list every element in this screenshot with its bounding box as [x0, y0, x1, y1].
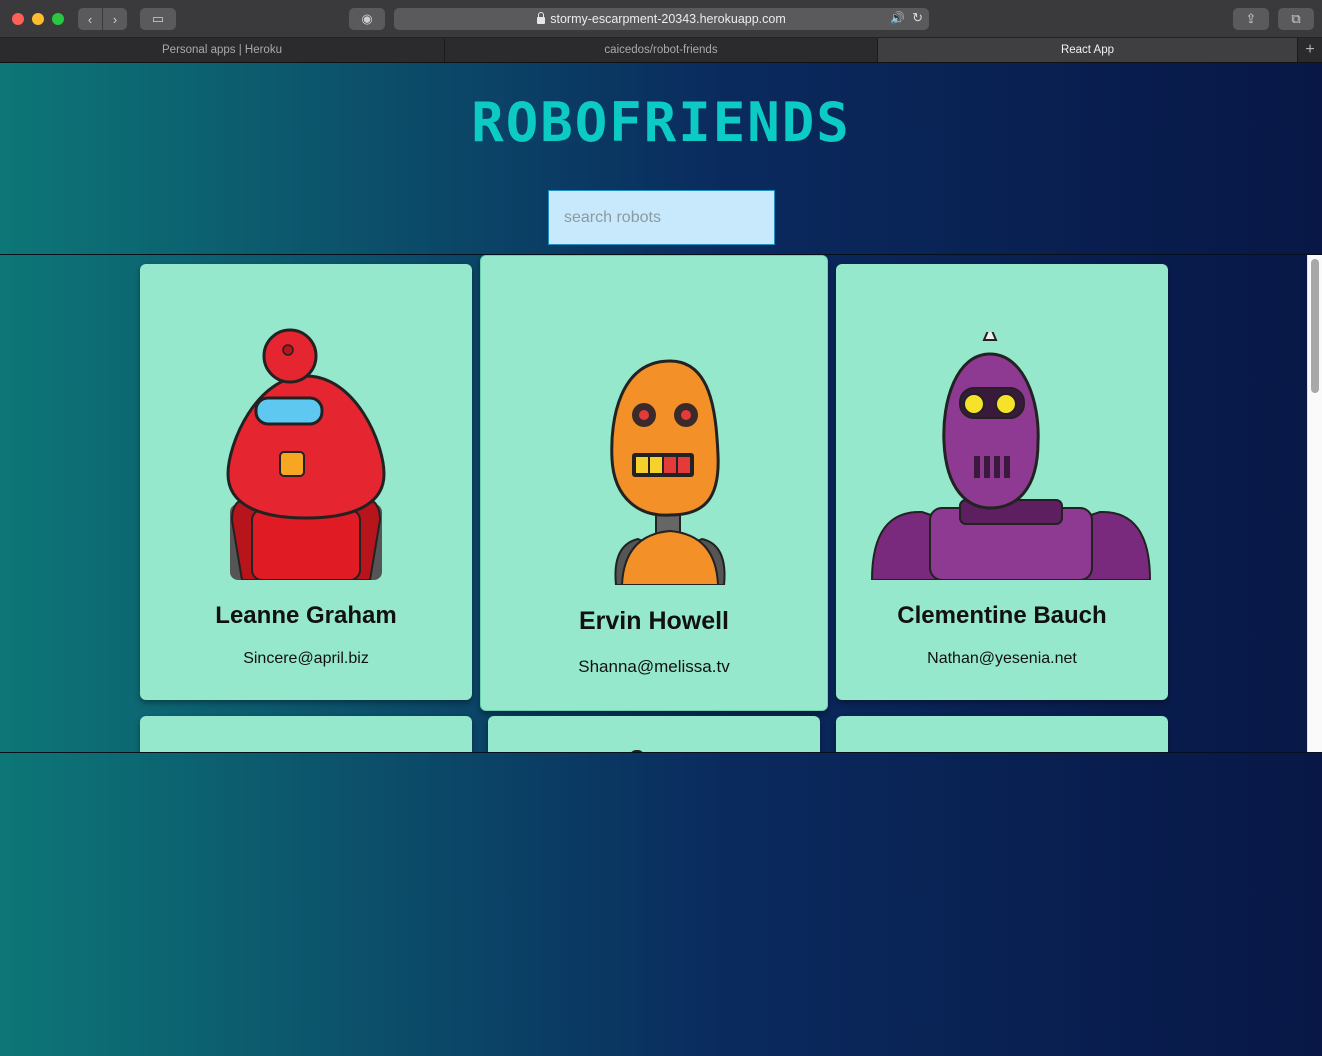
- close-window-button[interactable]: [12, 13, 24, 25]
- robot-email: Sincere@april.biz: [243, 650, 369, 667]
- tab-overview-button[interactable]: ⧉: [1278, 8, 1314, 30]
- audio-icon[interactable]: 🔊: [890, 11, 905, 25]
- address-bar[interactable]: stormy-escarpment-20343.herokuapp.com 🔊 …: [394, 8, 929, 30]
- robot-avatar-orange: [610, 359, 726, 585]
- url-text: stormy-escarpment-20343.herokuapp.com: [550, 12, 786, 26]
- share-button[interactable]: ⇪: [1233, 8, 1269, 30]
- extension-button[interactable]: ◉: [349, 8, 385, 30]
- tab-bar: Personal apps | Heroku caicedos/robot-fr…: [0, 38, 1322, 63]
- robot-email: Nathan@yesenia.net: [927, 650, 1077, 667]
- share-icon: ⇪: [1245, 11, 1257, 26]
- robot-card[interactable]: Ervin Howell Shanna@melissa.tv: [480, 255, 828, 711]
- robot-name: Clementine Bauch: [897, 602, 1107, 629]
- robot-avatar-purple: [870, 332, 1152, 580]
- robot-card[interactable]: [836, 716, 1168, 752]
- browser-toolbar: ‹ › ▭ ◉ stormy-escarpment-20343.herokuap…: [0, 0, 1322, 38]
- ghost-icon: ◉: [361, 11, 373, 26]
- robot-card[interactable]: [140, 716, 472, 752]
- zoom-window-button[interactable]: [52, 13, 64, 25]
- robot-card[interactable]: Clementine Bauch Nathan@yesenia.net: [836, 264, 1168, 700]
- tabs-overview-icon: ⧉: [1291, 11, 1301, 26]
- scrollbar[interactable]: [1307, 255, 1322, 752]
- robot-email: Shanna@melissa.tv: [578, 657, 730, 676]
- tab-react-app[interactable]: React App: [878, 38, 1298, 62]
- scrollbar-thumb[interactable]: [1311, 259, 1319, 393]
- chevron-left-icon: ‹: [87, 11, 93, 27]
- reload-icon[interactable]: ↻: [912, 10, 923, 26]
- minimize-window-button[interactable]: [32, 13, 44, 25]
- robot-card[interactable]: Leanne Graham Sincere@april.biz: [140, 264, 472, 700]
- sidebar-icon: ▭: [151, 11, 165, 26]
- lock-icon: [537, 11, 546, 24]
- tab-github[interactable]: caicedos/robot-friends: [445, 38, 878, 62]
- forward-button[interactable]: ›: [103, 8, 127, 30]
- search-input[interactable]: [548, 190, 775, 245]
- robot-card[interactable]: [488, 716, 820, 752]
- card-list-scroll[interactable]: Leanne Graham Sincere@april.biz Ervin Ho…: [0, 254, 1322, 753]
- page-title: ROBOFRIENDS: [471, 91, 851, 154]
- robot-avatar-red: [226, 328, 386, 580]
- robot-name: Ervin Howell: [578, 607, 730, 635]
- sidebar-toggle-button[interactable]: ▭: [140, 8, 176, 30]
- chevron-right-icon: ›: [112, 11, 118, 27]
- robot-name: Leanne Graham: [215, 602, 397, 629]
- page-content: ROBOFRIENDS Leanne Graham Sincere@april.…: [0, 63, 1322, 1056]
- robot-avatar-peek: [630, 750, 644, 752]
- new-tab-button[interactable]: +: [1298, 38, 1322, 62]
- back-button[interactable]: ‹: [78, 8, 102, 30]
- tab-heroku[interactable]: Personal apps | Heroku: [0, 38, 445, 62]
